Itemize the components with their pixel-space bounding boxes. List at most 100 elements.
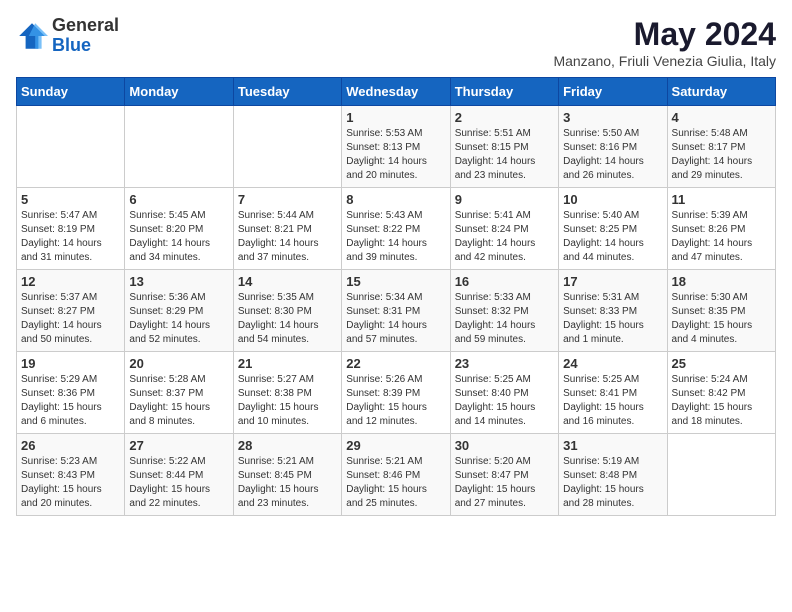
calendar-cell bbox=[17, 106, 125, 188]
day-info: Sunrise: 5:31 AM Sunset: 8:33 PM Dayligh… bbox=[563, 291, 662, 347]
day-info: Sunrise: 5:25 AM Sunset: 8:41 PM Dayligh… bbox=[563, 373, 662, 429]
day-info: Sunrise: 5:35 AM Sunset: 8:30 PM Dayligh… bbox=[238, 291, 337, 347]
calendar-cell: 13 Sunrise: 5:36 AM Sunset: 8:29 PM Dayli… bbox=[125, 270, 233, 352]
day-info: Sunrise: 5:26 AM Sunset: 8:39 PM Dayligh… bbox=[346, 373, 445, 429]
calendar-cell: 8 Sunrise: 5:43 AM Sunset: 8:22 PM Daylig… bbox=[342, 188, 450, 270]
calendar-cell: 15Sunrise: 5:34 AM Sunset: 8:31 PM Dayli… bbox=[342, 270, 450, 352]
day-info: Sunrise: 5:45 AM Sunset: 8:20 PM Dayligh… bbox=[129, 209, 228, 265]
logo-icon bbox=[16, 20, 48, 52]
day-info: Sunrise: 5:28 AM Sunset: 8:37 PM Dayligh… bbox=[129, 373, 228, 429]
day-number: 18 bbox=[672, 274, 771, 289]
day-info: Sunrise: 5:47 AM Sunset: 8:19 PM Dayligh… bbox=[21, 209, 120, 265]
day-info: Sunrise: 5:21 AM Sunset: 8:45 PM Dayligh… bbox=[238, 455, 337, 511]
day-number: 11 bbox=[672, 192, 771, 207]
location-subtitle: Manzano, Friuli Venezia Giulia, Italy bbox=[553, 53, 776, 69]
calendar-cell bbox=[233, 106, 341, 188]
day-number: 5 bbox=[21, 192, 120, 207]
day-number: 4 bbox=[672, 110, 771, 125]
calendar-cell: 17 Sunrise: 5:31 AM Sunset: 8:33 PM Dayli… bbox=[559, 270, 667, 352]
calendar-cell: 1 Sunrise: 5:53 AM Sunset: 8:13 PM Daylig… bbox=[342, 106, 450, 188]
day-number: 8 bbox=[346, 192, 445, 207]
calendar-cell: 29Sunrise: 5:21 AM Sunset: 8:46 PM Dayli… bbox=[342, 434, 450, 516]
logo-text: General Blue bbox=[52, 16, 119, 56]
day-number: 29 bbox=[346, 438, 445, 453]
day-number: 13 bbox=[129, 274, 228, 289]
calendar-cell bbox=[667, 434, 775, 516]
day-info: Sunrise: 5:19 AM Sunset: 8:48 PM Dayligh… bbox=[563, 455, 662, 511]
weekday-header-sunday: Sunday bbox=[17, 78, 125, 106]
day-number: 21 bbox=[238, 356, 337, 371]
weekday-header-wednesday: Wednesday bbox=[342, 78, 450, 106]
calendar-cell: 9Sunrise: 5:41 AM Sunset: 8:24 PM Daylig… bbox=[450, 188, 558, 270]
calendar-cell: 5 Sunrise: 5:47 AM Sunset: 8:19 PM Daylig… bbox=[17, 188, 125, 270]
calendar-cell: 23 Sunrise: 5:25 AM Sunset: 8:40 PM Dayli… bbox=[450, 352, 558, 434]
day-info: Sunrise: 5:34 AM Sunset: 8:31 PM Dayligh… bbox=[346, 291, 445, 347]
day-number: 10 bbox=[563, 192, 662, 207]
day-number: 14 bbox=[238, 274, 337, 289]
calendar-cell: 20 Sunrise: 5:28 AM Sunset: 8:37 PM Dayli… bbox=[125, 352, 233, 434]
day-info: Sunrise: 5:53 AM Sunset: 8:13 PM Dayligh… bbox=[346, 127, 445, 183]
day-number: 31 bbox=[563, 438, 662, 453]
day-info: Sunrise: 5:27 AM Sunset: 8:38 PM Dayligh… bbox=[238, 373, 337, 429]
day-number: 22 bbox=[346, 356, 445, 371]
day-number: 25 bbox=[672, 356, 771, 371]
day-number: 23 bbox=[455, 356, 554, 371]
day-number: 3 bbox=[563, 110, 662, 125]
calendar-cell: 19Sunrise: 5:29 AM Sunset: 8:36 PM Dayli… bbox=[17, 352, 125, 434]
day-info: Sunrise: 5:48 AM Sunset: 8:17 PM Dayligh… bbox=[672, 127, 771, 183]
calendar-body: 1 Sunrise: 5:53 AM Sunset: 8:13 PM Daylig… bbox=[17, 106, 776, 516]
calendar-cell: 6Sunrise: 5:45 AM Sunset: 8:20 PM Daylig… bbox=[125, 188, 233, 270]
logo-general-text: General bbox=[52, 16, 119, 36]
day-info: Sunrise: 5:50 AM Sunset: 8:16 PM Dayligh… bbox=[563, 127, 662, 183]
calendar-week-3: 12 Sunrise: 5:37 AM Sunset: 8:27 PM Dayli… bbox=[17, 270, 776, 352]
day-info: Sunrise: 5:37 AM Sunset: 8:27 PM Dayligh… bbox=[21, 291, 120, 347]
day-number: 2 bbox=[455, 110, 554, 125]
calendar-cell: 14 Sunrise: 5:35 AM Sunset: 8:30 PM Dayli… bbox=[233, 270, 341, 352]
calendar-cell: 12 Sunrise: 5:37 AM Sunset: 8:27 PM Dayli… bbox=[17, 270, 125, 352]
day-info: Sunrise: 5:24 AM Sunset: 8:42 PM Dayligh… bbox=[672, 373, 771, 429]
day-info: Sunrise: 5:20 AM Sunset: 8:47 PM Dayligh… bbox=[455, 455, 554, 511]
calendar-cell: 10Sunrise: 5:40 AM Sunset: 8:25 PM Dayli… bbox=[559, 188, 667, 270]
calendar-table: SundayMondayTuesdayWednesdayThursdayFrid… bbox=[16, 77, 776, 516]
calendar-week-1: 1 Sunrise: 5:53 AM Sunset: 8:13 PM Daylig… bbox=[17, 106, 776, 188]
day-info: Sunrise: 5:25 AM Sunset: 8:40 PM Dayligh… bbox=[455, 373, 554, 429]
day-info: Sunrise: 5:23 AM Sunset: 8:43 PM Dayligh… bbox=[21, 455, 120, 511]
weekday-header-friday: Friday bbox=[559, 78, 667, 106]
day-number: 1 bbox=[346, 110, 445, 125]
day-number: 17 bbox=[563, 274, 662, 289]
day-info: Sunrise: 5:22 AM Sunset: 8:44 PM Dayligh… bbox=[129, 455, 228, 511]
day-number: 28 bbox=[238, 438, 337, 453]
day-info: Sunrise: 5:33 AM Sunset: 8:32 PM Dayligh… bbox=[455, 291, 554, 347]
calendar-cell: 30 Sunrise: 5:20 AM Sunset: 8:47 PM Dayli… bbox=[450, 434, 558, 516]
calendar-cell: 24 Sunrise: 5:25 AM Sunset: 8:41 PM Dayli… bbox=[559, 352, 667, 434]
day-info: Sunrise: 5:43 AM Sunset: 8:22 PM Dayligh… bbox=[346, 209, 445, 265]
day-number: 30 bbox=[455, 438, 554, 453]
logo: General Blue bbox=[16, 16, 119, 56]
calendar-header: SundayMondayTuesdayWednesdayThursdayFrid… bbox=[17, 78, 776, 106]
day-number: 12 bbox=[21, 274, 120, 289]
calendar-cell: 7Sunrise: 5:44 AM Sunset: 8:21 PM Daylig… bbox=[233, 188, 341, 270]
calendar-cell: 26 Sunrise: 5:23 AM Sunset: 8:43 PM Dayli… bbox=[17, 434, 125, 516]
title-block: May 2024 Manzano, Friuli Venezia Giulia,… bbox=[553, 16, 776, 69]
page-header: General Blue May 2024 Manzano, Friuli Ve… bbox=[16, 16, 776, 69]
day-number: 26 bbox=[21, 438, 120, 453]
calendar-cell: 31 Sunrise: 5:19 AM Sunset: 8:48 PM Dayli… bbox=[559, 434, 667, 516]
day-number: 7 bbox=[238, 192, 337, 207]
day-number: 27 bbox=[129, 438, 228, 453]
weekday-header-tuesday: Tuesday bbox=[233, 78, 341, 106]
day-number: 24 bbox=[563, 356, 662, 371]
weekday-header-thursday: Thursday bbox=[450, 78, 558, 106]
calendar-cell: 22 Sunrise: 5:26 AM Sunset: 8:39 PM Dayli… bbox=[342, 352, 450, 434]
day-info: Sunrise: 5:36 AM Sunset: 8:29 PM Dayligh… bbox=[129, 291, 228, 347]
calendar-cell: 3 Sunrise: 5:50 AM Sunset: 8:16 PM Daylig… bbox=[559, 106, 667, 188]
day-info: Sunrise: 5:39 AM Sunset: 8:26 PM Dayligh… bbox=[672, 209, 771, 265]
day-number: 20 bbox=[129, 356, 228, 371]
day-info: Sunrise: 5:30 AM Sunset: 8:35 PM Dayligh… bbox=[672, 291, 771, 347]
day-number: 16 bbox=[455, 274, 554, 289]
day-info: Sunrise: 5:29 AM Sunset: 8:36 PM Dayligh… bbox=[21, 373, 120, 429]
logo-blue-text: Blue bbox=[52, 36, 119, 56]
day-info: Sunrise: 5:51 AM Sunset: 8:15 PM Dayligh… bbox=[455, 127, 554, 183]
weekday-row: SundayMondayTuesdayWednesdayThursdayFrid… bbox=[17, 78, 776, 106]
day-number: 9 bbox=[455, 192, 554, 207]
calendar-cell: 25 Sunrise: 5:24 AM Sunset: 8:42 PM Dayli… bbox=[667, 352, 775, 434]
